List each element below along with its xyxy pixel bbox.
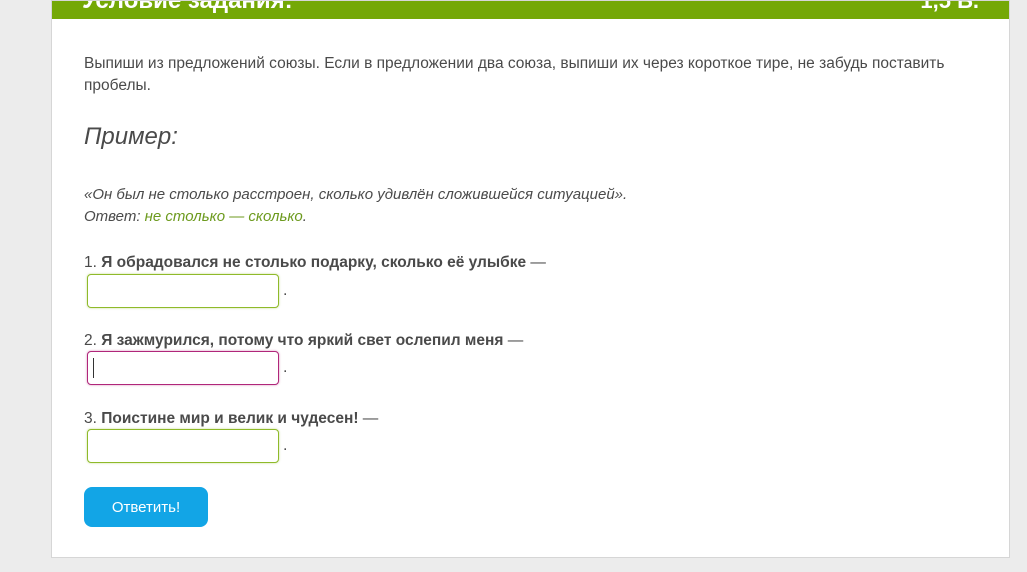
text-caret: [93, 358, 94, 378]
task-1-question: 1. Я обрадовался не столько подарку, ско…: [84, 252, 546, 274]
example-answer: Ответ: не столько — сколько.: [84, 206, 307, 228]
task-2-answer-input[interactable]: [87, 351, 279, 385]
task-3-number: 3.: [84, 410, 102, 427]
task-3-dash: —: [358, 410, 379, 427]
task-header: Условие задания: 1,5 Б.: [52, 1, 1009, 19]
task-2-answer-end: .: [283, 359, 288, 376]
task-3-answer-end: .: [283, 437, 288, 454]
task-2-dash: —: [503, 332, 524, 349]
task-card: Условие задания: 1,5 Б. Выпиши из предло…: [51, 0, 1010, 558]
task-1-dash: —: [526, 254, 546, 271]
task-3-text: Поистине мир и велик и чудесен!: [101, 410, 359, 427]
header-points: 1,5 Б.: [920, 1, 979, 15]
example-sentence: «Он был не столько расстроен, сколько уд…: [84, 186, 628, 203]
task-3-question: 3. Поистине мир и велик и чудесен! —: [84, 408, 378, 430]
task-1-answer-end: .: [283, 282, 288, 299]
task-2-number: 2.: [84, 332, 102, 349]
example-answer-end: .: [302, 208, 307, 225]
task-2-text: Я зажмурился, потому что яркий свет осле…: [101, 332, 504, 349]
task-1-answer-input[interactable]: [87, 274, 279, 308]
task-1-text: Я обрадовался не столько подарку, скольк…: [101, 254, 527, 271]
task-3-answer-input[interactable]: [87, 429, 279, 463]
task-2-question: 2. Я зажмурился, потому что яркий свет о…: [84, 330, 523, 352]
header-title: Условие задания:: [82, 1, 293, 15]
task-1-number: 1.: [84, 254, 102, 271]
submit-answer-button[interactable]: Ответить!: [84, 487, 208, 527]
task-instruction: Выпиши из предложений союзы. Если в пред…: [84, 55, 945, 94]
example-answer-value: не столько — сколько: [144, 208, 303, 225]
example-title: Пример:: [84, 123, 178, 150]
example-answer-label: Ответ:: [84, 208, 145, 225]
